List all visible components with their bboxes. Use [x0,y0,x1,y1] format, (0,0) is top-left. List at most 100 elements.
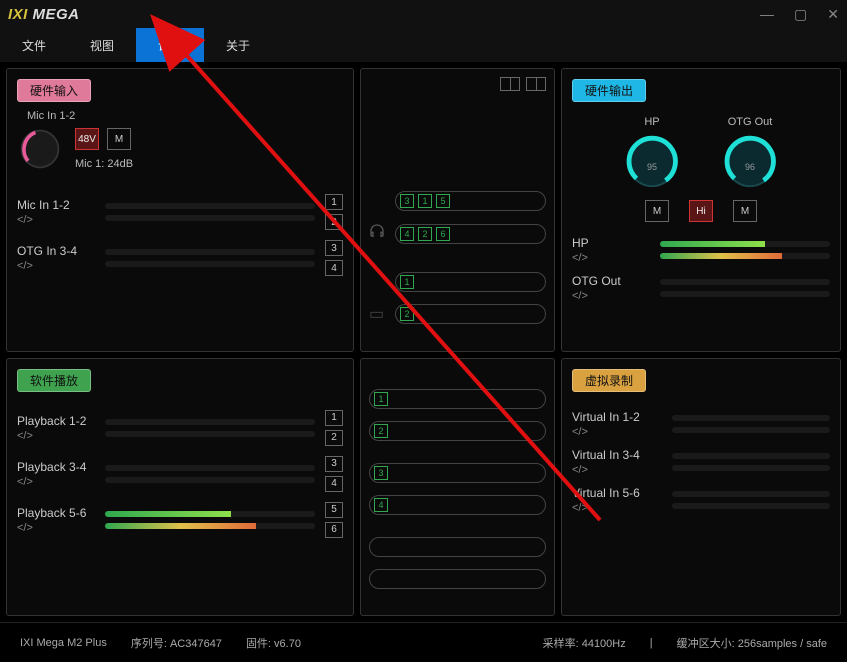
device-icon: ▭ [369,304,387,324]
route-box[interactable]: 3 [325,456,343,472]
close-button[interactable]: ✕ [827,6,839,23]
channel-meter [672,491,830,497]
panel-routing-bottom: 1 2 3 4 [360,358,555,617]
tag-hardware-output: 硬件输出 [572,79,646,102]
channel-meter [660,253,830,259]
channel-meter [105,523,315,529]
route-box[interactable]: 3 [325,240,343,256]
minimize-button[interactable]: — [760,6,774,23]
channel-close[interactable]: </> [17,260,95,272]
routing-slot[interactable] [369,569,546,589]
channel-meter [105,431,315,437]
otg-volume-knob[interactable]: 96 [721,134,779,192]
channel-close[interactable]: </> [17,430,95,442]
panel-virtual-recording: 虚拟录制 Virtual In 1-2 </> Virtual In 3-4 <… [561,358,841,617]
routing-slot[interactable]: 2 [369,421,546,441]
routing-slot[interactable]: 4 [369,495,546,515]
menu-settings[interactable]: 设置 [136,28,204,62]
routing-slot[interactable]: 1 [395,272,546,292]
phantom-48v-button[interactable]: 48V [75,128,99,150]
channel-label: Virtual In 1-2 [572,410,662,424]
tag-software-playback: 软件播放 [17,369,91,392]
view-mode-button-2[interactable] [526,77,546,91]
panel-routing-top: 3 1 5 4 2 6 1 ▭ 2 [360,68,555,352]
mic-title: Mic In 1-2 [27,110,343,122]
channel-meter [105,419,315,425]
panel-hardware-input: 硬件输入 Mic In 1-2 48V M Mic 1: 24dB Mic In… [6,68,354,352]
tag-virtual-recording: 虚拟录制 [572,369,646,392]
channel-meter [672,415,830,421]
sample-rate: 采样率: 44100Hz [543,635,626,651]
channel-label: Playback 1-2 [17,414,95,428]
channel-meter [105,465,315,471]
channel-label: Virtual In 5-6 [572,486,662,500]
output-mute-button[interactable]: M [645,200,669,222]
route-box[interactable]: 2 [325,214,343,230]
output-hi-button[interactable]: Hi [689,200,713,222]
channel-meter [105,249,315,255]
route-box[interactable]: 6 [325,522,343,538]
channel-label: HP [572,236,650,250]
channel-close[interactable]: </> [572,252,650,264]
mic-gain-knob[interactable] [17,126,63,172]
channel-meter [672,503,830,509]
routing-slot[interactable]: 2 [395,304,546,324]
channel-close[interactable]: </> [572,464,662,476]
maximize-button[interactable]: ▢ [794,6,807,23]
channel-meter [660,241,830,247]
channel-close[interactable]: </> [572,426,662,438]
headphones-icon [369,223,387,244]
channel-label: Mic In 1-2 [17,198,95,212]
app-logo: IXI MEGA [8,6,80,23]
mic-mute-button[interactable]: M [107,128,131,150]
serial-number: 序列号: AC347647 [131,635,222,651]
buffer-size: 缓冲区大小: 256samples / safe [677,635,827,651]
channel-label: Playback 5-6 [17,506,95,520]
routing-slot[interactable]: 3 [369,463,546,483]
menu-view[interactable]: 视图 [68,28,136,62]
hp-volume-knob[interactable]: 95 [623,134,681,192]
channel-close[interactable]: </> [572,502,662,514]
channel-meter [672,465,830,471]
panel-software-playback: 软件播放 Playback 1-2 </> 1 2 Playback 3-4 <… [6,358,354,617]
channel-meter [105,477,315,483]
channel-meter [105,511,315,517]
channel-meter [105,261,315,267]
channel-label: OTG Out [572,274,650,288]
output-label: OTG Out [728,116,773,128]
route-box[interactable]: 1 [325,194,343,210]
route-box[interactable]: 1 [325,410,343,426]
channel-meter [105,215,315,221]
channel-close[interactable]: </> [17,522,95,534]
menu-bar: 文件 视图 设置 关于 [0,28,847,62]
channel-label: Virtual In 3-4 [572,448,662,462]
channel-meter [660,279,830,285]
menu-about[interactable]: 关于 [204,28,272,62]
routing-slot[interactable]: 4 2 6 [395,224,546,244]
channel-meter [660,291,830,297]
output-mute-button[interactable]: M [733,200,757,222]
menu-file[interactable]: 文件 [0,28,68,62]
routing-slot[interactable] [369,537,546,557]
channel-label: Playback 3-4 [17,460,95,474]
view-mode-button-1[interactable] [500,77,520,91]
route-box[interactable]: 4 [325,476,343,492]
title-bar: IXI MEGA — ▢ ✕ [0,0,847,28]
route-box[interactable]: 5 [325,502,343,518]
route-box[interactable]: 4 [325,260,343,276]
routing-slot[interactable]: 1 [369,389,546,409]
channel-close[interactable]: </> [572,290,650,302]
panel-hardware-output: 硬件输出 HP 95 OTG Out [561,68,841,352]
firmware-version: 固件: v6.70 [246,635,301,651]
tag-hardware-input: 硬件输入 [17,79,91,102]
channel-label: OTG In 3-4 [17,244,95,258]
channel-meter [105,203,315,209]
routing-slot[interactable]: 3 1 5 [395,191,546,211]
output-label: HP [644,116,659,128]
channel-close[interactable]: </> [17,476,95,488]
window-controls: — ▢ ✕ [760,6,839,23]
channel-meter [672,427,830,433]
channel-close[interactable]: </> [17,214,95,226]
status-bar: IXI Mega M2 Plus 序列号: AC347647 固件: v6.70… [0,622,847,662]
route-box[interactable]: 2 [325,430,343,446]
